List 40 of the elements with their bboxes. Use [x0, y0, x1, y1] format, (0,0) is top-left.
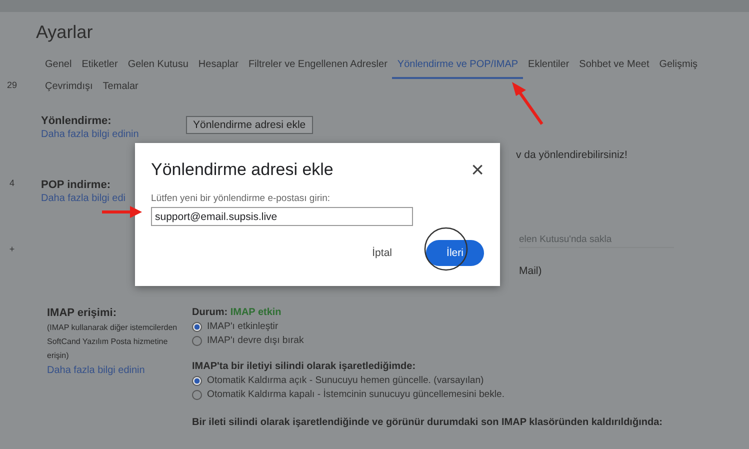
settings-tab[interactable]: Gelen Kutusu	[122, 59, 194, 79]
radio-option[interactable]: Otomatik Kaldırma kapalı - İstemcinin sunucuyu güncellemesini bekle.	[192, 389, 662, 400]
dialog-title: Yönlendirme adresi ekle	[151, 160, 334, 180]
settings-tab[interactable]: Eklentiler	[523, 59, 574, 79]
dropdown[interactable]: elen Kutusu'nda sakla	[519, 231, 674, 248]
rail-label: +	[9, 244, 15, 254]
settings-tab[interactable]: Sohbet ve Meet	[574, 59, 654, 79]
section-label: IMAP erişimi:	[47, 307, 118, 319]
add-forwarding-button[interactable]: Yönlendirme adresi ekle	[186, 116, 313, 134]
imap-description: (IMAP kullanarak diğer istemcilerden SoftCand Yazılım Posta hizmetine erişin)	[47, 322, 178, 362]
annotation-arrow	[100, 205, 144, 219]
page-title: Ayarlar	[36, 22, 94, 43]
forwarding-note: v da yönlendirebilirsiniz!	[515, 149, 628, 161]
radio-option[interactable]: IMAP'ı etkinleştir	[192, 321, 662, 332]
next-button[interactable]: İleri	[426, 240, 484, 266]
email-input-field[interactable]: support@email.supsis.live	[151, 207, 413, 226]
rail-label: 29	[6, 80, 17, 90]
settings-tab[interactable]: Filtreler ve Engellenen Adresler	[243, 59, 392, 79]
click-ring-icon	[423, 226, 469, 272]
radio-option[interactable]: Otomatik Kaldırma açık - Sunucuyu hemen güncelle. (varsayılan)	[192, 375, 662, 386]
settings-tab[interactable]: Çevrimdışı	[40, 81, 98, 101]
close-button[interactable]: ×	[471, 159, 484, 181]
learn-more-link[interactable]: Daha fazla bilgi edinin	[41, 129, 186, 140]
settings-tab[interactable]: Yönlendirme ve POP/IMAP	[392, 59, 524, 79]
settings-tab[interactable]: Temalar	[98, 81, 144, 101]
section-label: POP indirme:	[41, 179, 112, 191]
cancel-button[interactable]: İptal	[366, 246, 398, 260]
pop-note: Mail)	[518, 265, 543, 277]
imap-status: Durum: IMAP etkin	[192, 307, 282, 318]
learn-more-link[interactable]: Daha fazla bilgi edinin	[47, 365, 192, 376]
settings-tab[interactable]: Etiketler	[76, 59, 123, 79]
settings-tab[interactable]: Hesaplar	[193, 59, 244, 79]
radio-option[interactable]: IMAP'ı devre dışı bırak	[192, 335, 662, 346]
settings-tab[interactable]: Genel	[40, 59, 77, 79]
input-prompt: Lütfen yeni bir yönlendirme e-postası girin:	[151, 193, 332, 204]
section-heading: Bir ileti silindi olarak işaretlendiğinde ve görünür durumdaki son IMAP klasöründen kaldırıldığında:	[192, 417, 662, 428]
settings-tab[interactable]: Gelişmiş	[654, 59, 703, 79]
section-label: Yönlendirme:	[41, 115, 112, 127]
section-heading: IMAP'ta bir iletiyi silindi olarak işaretlediğimde:	[192, 361, 417, 372]
rail-label: 4	[9, 178, 14, 188]
